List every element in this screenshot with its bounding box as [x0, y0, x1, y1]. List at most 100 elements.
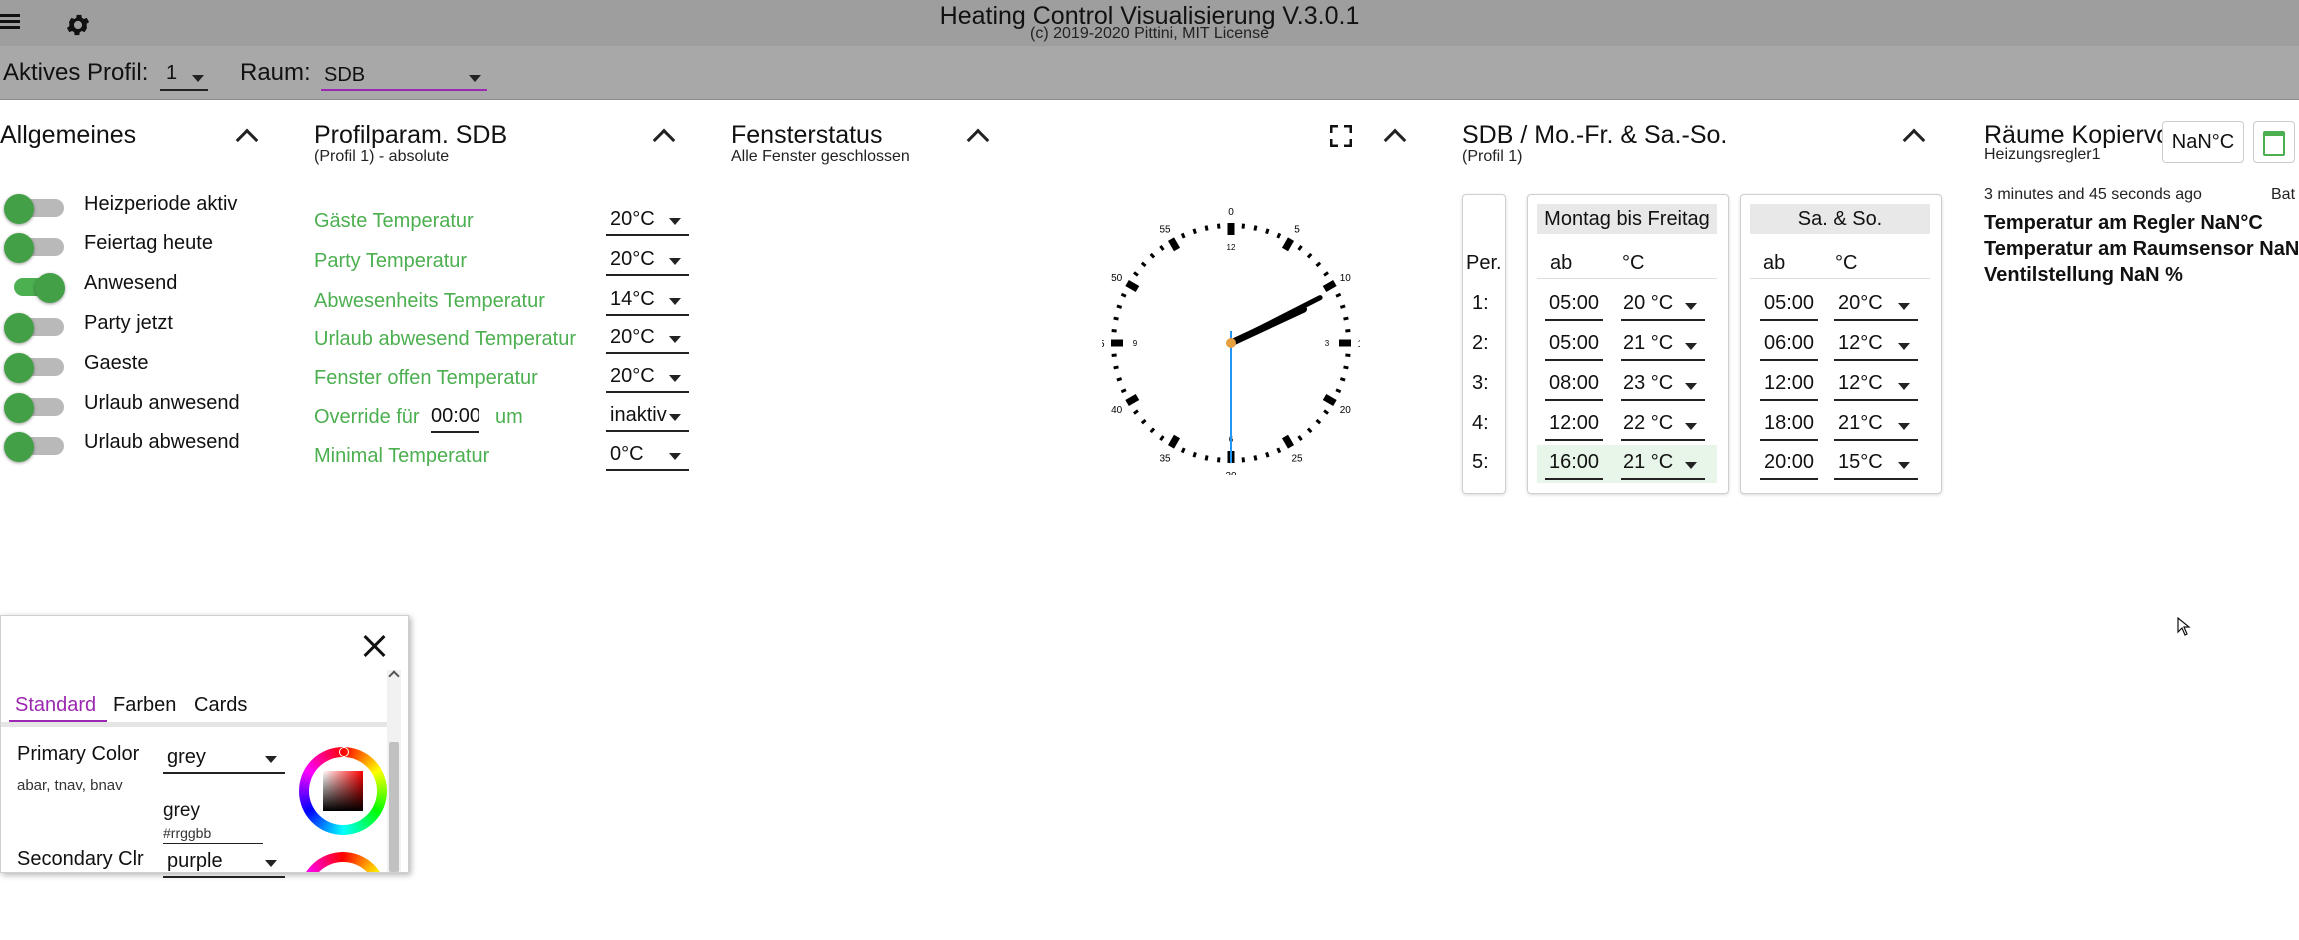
minute-tick — [1315, 261, 1322, 268]
mouse-cursor-icon — [2177, 617, 2191, 636]
toggle-switch[interactable] — [4, 185, 66, 225]
param-select[interactable]: 20°C — [606, 246, 689, 276]
weekend-time[interactable]: 18:00 — [1760, 409, 1818, 441]
weekend-temp-select[interactable]: 20°C — [1834, 289, 1918, 321]
hour-tick — [1125, 393, 1140, 407]
minute-tick — [1116, 304, 1123, 309]
toggle-thumb[interactable] — [4, 393, 34, 423]
weekend-temp-select[interactable]: 12°C — [1834, 369, 1918, 401]
override-suffix: um — [495, 406, 523, 428]
toggle-switch[interactable] — [4, 384, 66, 424]
weekend-temp-select[interactable]: 12°C — [1834, 329, 1918, 361]
weekday-time[interactable]: 05:00 — [1545, 329, 1603, 361]
collapse-icon[interactable] — [1902, 128, 1926, 152]
primary-color-hint: abar, tnav, bnav — [17, 777, 123, 794]
clock-hour-number: 3 — [1325, 339, 1330, 348]
clock-minute-number: 10 — [1340, 273, 1352, 284]
clock-hour-number: 12 — [1227, 243, 1236, 252]
weekday-temp-select[interactable]: 22 °C — [1621, 409, 1705, 441]
primary-color-select[interactable]: grey — [163, 744, 285, 774]
toggle-thumb[interactable] — [4, 353, 34, 383]
weekday-temp-select[interactable]: 20 °C — [1621, 289, 1705, 321]
primary-color-input[interactable]: grey #rrggbb — [163, 793, 263, 844]
toggle-thumb[interactable] — [35, 273, 65, 303]
rooms-sensor-temp: Temperatur am Raumsensor NaN — [1984, 238, 2299, 260]
weekend-temp-value: 15°C — [1838, 451, 1883, 473]
weekday-time[interactable]: 08:00 — [1545, 369, 1603, 401]
weekend-time-value: 18:00 — [1763, 412, 1815, 434]
close-icon[interactable] — [361, 632, 389, 660]
collapse-icon[interactable] — [1383, 128, 1407, 152]
override-time-input[interactable]: 00:00 — [431, 405, 479, 433]
toggle-switch[interactable] — [4, 224, 66, 264]
chevron-down-icon — [669, 414, 681, 421]
weekday-time[interactable]: 16:00 — [1545, 448, 1603, 480]
profile-params-subtitle: (Profil 1) - absolute — [314, 148, 450, 165]
chevron-down-icon — [192, 75, 204, 82]
secondary-color-select[interactable]: purple — [163, 848, 285, 878]
room-button[interactable] — [2253, 121, 2295, 163]
tab-standard[interactable]: Standard — [15, 694, 96, 717]
toggle-label: Heizperiode aktiv — [84, 193, 238, 215]
weekday-temp-select[interactable]: 21 °C — [1621, 448, 1705, 480]
weekday-temp-value: 23 °C — [1623, 372, 1674, 394]
param-select[interactable]: 20°C — [606, 324, 689, 354]
minute-tick — [1149, 252, 1156, 259]
clock-minute-number: 20 — [1340, 405, 1352, 416]
toggle-thumb[interactable] — [4, 432, 34, 462]
param-select[interactable]: 14°C — [606, 286, 689, 316]
tab-cards[interactable]: Cards — [194, 694, 247, 717]
minute-tick — [1140, 418, 1147, 425]
profile-select[interactable]: 1 — [160, 62, 208, 91]
weekday-temp-value: 20 °C — [1623, 292, 1674, 314]
fullscreen-icon[interactable] — [1330, 125, 1352, 147]
param-select[interactable]: inaktiv — [606, 402, 689, 432]
app-bar: Heating Control Visualisierung V.3.0.1 (… — [0, 0, 2299, 46]
param-select[interactable]: 20°C — [606, 363, 689, 393]
period-number: 2: — [1472, 332, 1489, 354]
param-label: Fenster offen Temperatur — [314, 367, 538, 389]
weekday-temp-select[interactable]: 21 °C — [1621, 329, 1705, 361]
weekend-temp-select[interactable]: 15°C — [1834, 448, 1918, 480]
tab-farben[interactable]: Farben — [113, 694, 176, 717]
scrollbar[interactable] — [387, 670, 401, 872]
chevron-down-icon — [1685, 343, 1697, 350]
toggle-switch[interactable] — [4, 423, 66, 463]
toggle-thumb[interactable] — [4, 313, 34, 343]
toggle-thumb[interactable] — [4, 233, 34, 263]
profile-label: Aktives Profil: — [3, 59, 149, 86]
scroll-up-icon[interactable] — [388, 670, 400, 682]
minute-tick — [1111, 353, 1117, 358]
minute-tick — [1335, 388, 1342, 394]
weekday-time[interactable]: 12:00 — [1545, 409, 1603, 441]
minute-tick — [1120, 388, 1127, 394]
col-temp-header: °C — [1835, 252, 1858, 274]
weekend-time[interactable]: 20:00 — [1760, 448, 1818, 480]
weekday-temp-select[interactable]: 23 °C — [1621, 369, 1705, 401]
weekday-time[interactable]: 05:00 — [1545, 289, 1603, 321]
weekend-time[interactable]: 06:00 — [1760, 329, 1818, 361]
toggle-switch[interactable] — [4, 304, 66, 344]
collapse-icon[interactable] — [966, 128, 990, 152]
room-select[interactable]: SDB — [321, 62, 487, 91]
weekend-time[interactable]: 05:00 — [1760, 289, 1818, 321]
collapse-icon[interactable] — [235, 128, 259, 152]
minute-tick — [1133, 271, 1139, 277]
hour-tick — [1167, 237, 1181, 252]
weekend-time-value: 20:00 — [1763, 451, 1815, 473]
scrollbar-thumb[interactable] — [389, 742, 399, 872]
clock-minute-number: 25 — [1291, 453, 1303, 464]
toggle-switch[interactable] — [4, 264, 66, 304]
toggle-switch[interactable] — [4, 344, 66, 384]
minute-tick — [1192, 451, 1197, 458]
window-status-title: Fensterstatus — [731, 121, 883, 149]
clock-minute-number: 5 — [1294, 225, 1300, 236]
collapse-icon[interactable] — [652, 128, 676, 152]
primary-color-picker[interactable] — [299, 747, 387, 835]
weekend-time[interactable]: 12:00 — [1760, 369, 1818, 401]
weekend-temp-select[interactable]: 21°C — [1834, 409, 1918, 441]
param-select[interactable]: 20°C — [606, 206, 689, 236]
secondary-color-picker[interactable] — [299, 852, 387, 872]
toggle-thumb[interactable] — [4, 194, 34, 224]
param-select[interactable]: 0°C — [606, 441, 689, 471]
